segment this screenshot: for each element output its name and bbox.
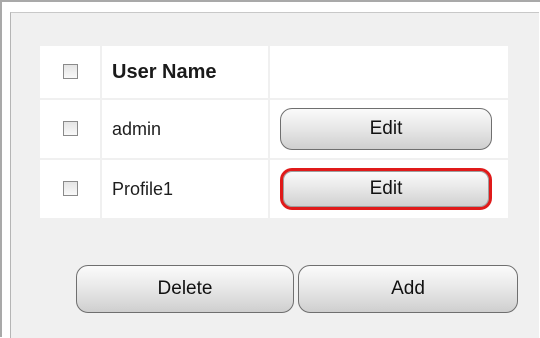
edit-profile1-button[interactable]: Edit bbox=[280, 168, 492, 210]
user-table: User Name admin Edit Profile1 Edit bbox=[38, 44, 510, 220]
table-row: Profile1 Edit bbox=[38, 158, 510, 220]
user-name-header-cell: User Name bbox=[100, 44, 270, 100]
user-name-cell: Profile1 bbox=[100, 158, 270, 220]
user-name-text: admin bbox=[112, 118, 162, 139]
add-button[interactable]: Add bbox=[298, 265, 518, 313]
action-cell: Edit bbox=[268, 98, 510, 160]
edit-admin-button[interactable]: Edit bbox=[280, 108, 492, 150]
action-header-cell bbox=[268, 44, 510, 100]
table-row: admin Edit bbox=[38, 98, 510, 160]
delete-button[interactable]: Delete bbox=[76, 265, 294, 313]
select-all-checkbox[interactable] bbox=[62, 64, 78, 80]
row-checkbox-cell bbox=[38, 98, 102, 160]
table-header-row: User Name bbox=[38, 44, 510, 100]
row-checkbox-admin[interactable] bbox=[62, 121, 78, 137]
select-all-cell bbox=[38, 44, 102, 100]
user-name-cell: admin bbox=[100, 98, 270, 160]
action-cell: Edit bbox=[268, 158, 510, 220]
user-name-text: Profile1 bbox=[112, 178, 174, 199]
row-checkbox-cell bbox=[38, 158, 102, 220]
user-name-column-header: User Name bbox=[112, 60, 217, 83]
row-checkbox-profile1[interactable] bbox=[62, 181, 78, 197]
